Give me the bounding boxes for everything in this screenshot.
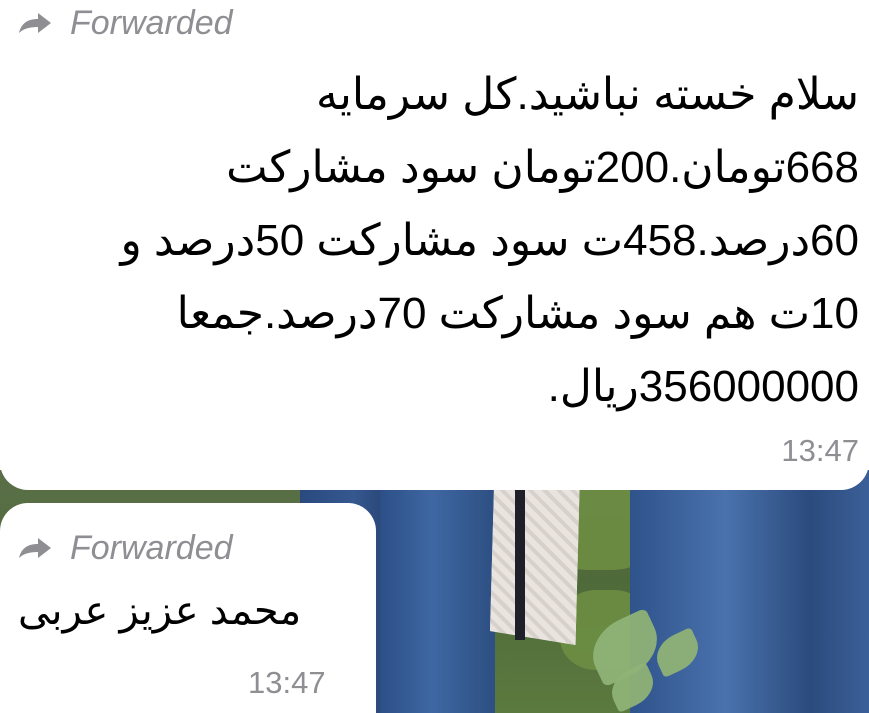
forward-arrow-icon: [19, 538, 51, 558]
message-bubble[interactable]: Forwarded محمد عزیز عربی 13:47: [0, 503, 376, 713]
message-bubble[interactable]: Forwarded سلام خسته نباشید.کل سرمایه 668…: [0, 0, 869, 490]
forwarded-label: Forwarded: [70, 528, 233, 567]
message-line: 10ت هم سود مشارکت 70درصد.جمعا: [176, 289, 859, 338]
forward-arrow-icon: [19, 13, 51, 33]
fabric-stripe: [515, 470, 525, 640]
forwarded-header: Forwarded: [18, 0, 233, 46]
forwarded-label: Forwarded: [70, 3, 233, 42]
message-line: 668تومان.200تومان سود مشارکت: [226, 143, 859, 192]
chat-screen: Forwarded سلام خسته نباشید.کل سرمایه 668…: [0, 0, 869, 713]
message-time: 13:47: [248, 665, 326, 700]
message-line: 356000000ریال.: [547, 362, 859, 411]
jeans-leg: [380, 470, 495, 713]
lace-fabric: [490, 470, 580, 645]
forwarded-header: Forwarded: [18, 525, 233, 571]
message-time: 13:47: [781, 433, 859, 468]
message-text: محمد عزیز عربی: [18, 589, 302, 633]
message-text: سلام خسته نباشید.کل سرمایه 668تومان.200ت…: [14, 58, 859, 423]
message-line: سلام خسته نباشید.کل سرمایه: [316, 70, 859, 119]
message-line: 60درصد.458ت سود مشارکت 50درصد و: [120, 216, 859, 265]
